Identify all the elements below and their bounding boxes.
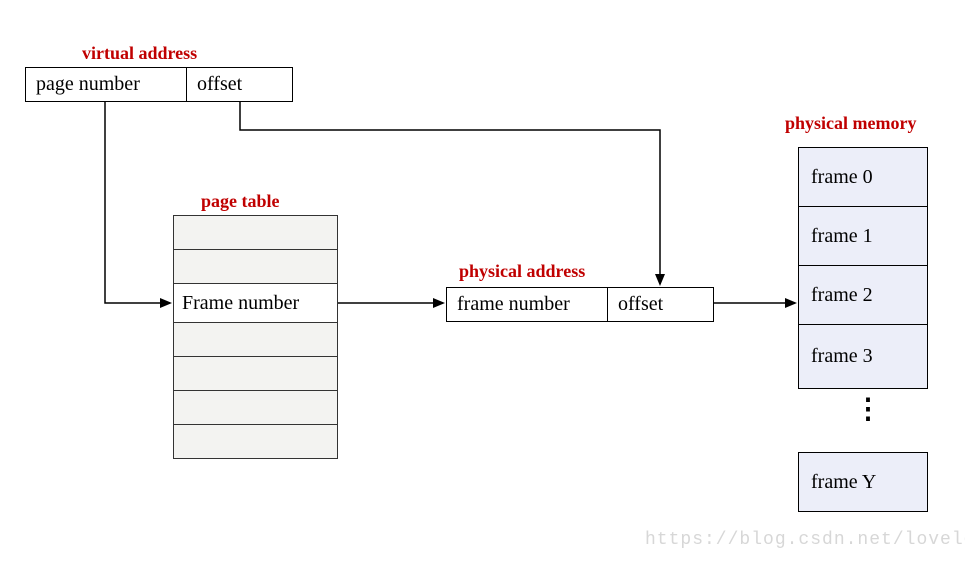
physical-address-label: physical address (459, 261, 585, 282)
page-table-row (173, 249, 338, 284)
page-table-row (173, 215, 338, 250)
virtual-address-label: virtual address (82, 43, 197, 64)
mem-frame-cell: frame 3 (798, 324, 928, 389)
page-table-row-framenum: Frame number (173, 283, 338, 323)
pa-offset-cell: offset (607, 287, 714, 322)
watermark-text: https://blog.csdn.net/lovelease (645, 530, 965, 550)
page-table-row (173, 322, 338, 357)
va-page-number-cell: page number (25, 67, 187, 102)
page-table-label: page table (201, 191, 280, 212)
physical-memory-label: physical memory (785, 113, 916, 134)
mem-frame-cell: frame 2 (798, 265, 928, 325)
page-table-row (173, 356, 338, 391)
pa-frame-number-cell: frame number (446, 287, 608, 322)
ellipsis-icon: ⋮ (854, 405, 882, 415)
mem-frame-cell: frame 0 (798, 147, 928, 207)
mem-frame-cell-last: frame Y (798, 452, 928, 512)
page-table-row (173, 424, 338, 459)
mem-frame-cell: frame 1 (798, 206, 928, 266)
page-table-row (173, 390, 338, 425)
va-offset-cell: offset (186, 67, 293, 102)
